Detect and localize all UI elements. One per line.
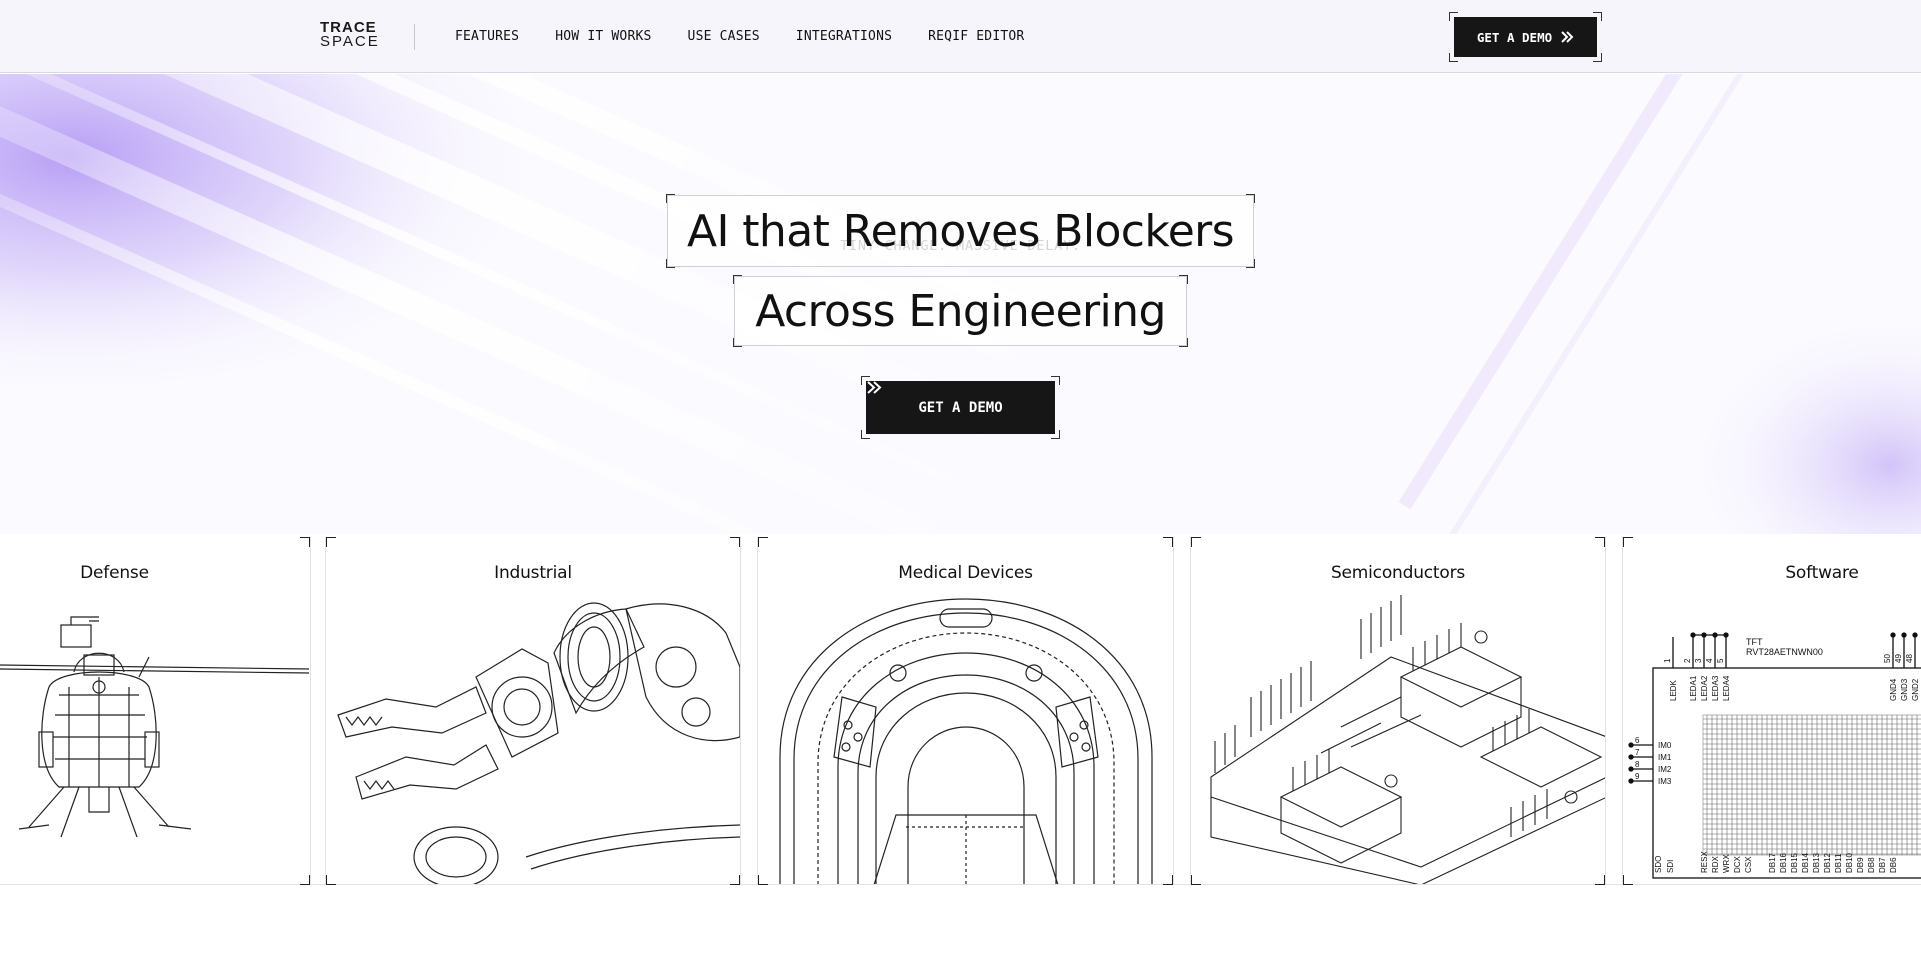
bottom-pin-label: DB6 (1889, 857, 1898, 873)
top-navigation: TRACE SPACE FEATURES HOW IT WORKS USE CA… (0, 0, 1921, 73)
side-pin-label: IM1 (1658, 753, 1672, 762)
right-pin-node (1901, 632, 1907, 638)
bottom-pin-label: DB12 (1823, 852, 1832, 873)
right-pin-number: 49 (1894, 654, 1903, 663)
bottom-pin-label: RDX (1711, 855, 1720, 873)
mri-scanner-illustration (779, 598, 1153, 885)
double-chevron-right-icon (1561, 31, 1574, 43)
led-label: LEDA1 (1689, 675, 1698, 701)
bottom-pin-label: SDI (1666, 860, 1675, 873)
bottom-pin-label: RESX (1700, 851, 1709, 873)
logo-divider (414, 24, 415, 50)
nav-link-reqif-editor[interactable]: REQIF EDITOR (928, 29, 1024, 44)
bottom-pin-label: DB13 (1812, 852, 1821, 873)
bottom-pin-label: DB9 (1856, 857, 1865, 873)
bottom-pin-label: DCX (1733, 855, 1742, 873)
bottom-pin-label: DB7 (1878, 857, 1887, 873)
hero-demo-frame: GET A DEMO (861, 376, 1060, 439)
led-label: LEDK (1669, 679, 1678, 701)
bottom-pin-label: DB15 (1790, 852, 1799, 873)
nav-get-demo-label: GET A DEMO (1476, 29, 1553, 45)
right-pin-label: GND4 (1889, 678, 1898, 701)
right-pin-label: GND2 (1911, 678, 1920, 701)
bottom-pin-label: CSX (1744, 856, 1753, 873)
use-case-card-semiconductors[interactable]: Semiconductors (1190, 537, 1606, 885)
hero-section: TINY CHANGE. MASSIVE DELAY. AI that Remo… (0, 74, 1921, 534)
side-pin-number: 9 (1635, 772, 1640, 781)
brand-logo[interactable]: TRACE SPACE (320, 20, 380, 50)
use-case-card-defense[interactable]: Defense (0, 537, 311, 885)
led-label: LEDA3 (1711, 675, 1720, 701)
top-pin-number: 1 (1663, 658, 1672, 663)
nav-link-use-cases[interactable]: USE CASES (688, 29, 760, 44)
bottom-pin-label: DB17 (1768, 852, 1777, 873)
side-pin-number: 7 (1635, 748, 1640, 757)
side-pin-label: IM2 (1658, 765, 1672, 774)
side-pin-number: 8 (1635, 760, 1640, 769)
headline-frame-2: Across Engineering (733, 275, 1188, 347)
bottom-pin-label: DB16 (1779, 852, 1788, 873)
top-pin-number: 3 (1694, 658, 1703, 663)
bottom-pin-label: DB14 (1801, 852, 1810, 873)
headline-frame-1: AI that Removes Blockers (666, 194, 1255, 268)
nav-link-integrations[interactable]: INTEGRATIONS (796, 29, 892, 44)
top-pin-number: 2 (1683, 658, 1692, 663)
nav-link-how-it-works[interactable]: HOW IT WORKS (555, 29, 651, 44)
side-pin-label: IM3 (1658, 777, 1672, 786)
top-pin-number: 5 (1716, 658, 1725, 663)
bottom-pin-label: SDO (1654, 856, 1663, 873)
use-case-card-software[interactable]: Software 1 LEDK 2 LEDA1 3 LEDA2 4 LEDA3 5 LEDA4 50… (1622, 537, 1921, 885)
robot-arm-illustration (337, 602, 740, 885)
nav-link-features[interactable]: FEATURES (455, 29, 519, 44)
hero-headline-line-1: AI that Removes Blockers (667, 195, 1254, 267)
nav-get-demo-button[interactable]: GET A DEMO (1454, 17, 1597, 57)
hero-get-demo-button[interactable]: GET A DEMO (866, 381, 1055, 434)
led-label: LEDA2 (1700, 675, 1709, 701)
led-label: LEDA4 (1722, 675, 1731, 701)
use-case-card-medical-devices[interactable]: Medical Devices (757, 537, 1174, 885)
bottom-pin-label: DB8 (1867, 857, 1876, 873)
right-pin-number: 48 (1905, 654, 1914, 663)
nav-demo-frame: GET A DEMO (1449, 12, 1602, 62)
side-pin-number: 6 (1635, 736, 1640, 745)
right-pin-node (1912, 632, 1918, 638)
double-chevron-right-icon (867, 381, 882, 394)
side-pin-label: IM0 (1658, 741, 1672, 750)
bottom-pin-label: WRX (1722, 854, 1731, 873)
logo-line-space: SPACE (320, 33, 380, 50)
tft-pinout-schematic: 1 LEDK 2 LEDA1 3 LEDA2 4 LEDA3 5 LEDA4 50 GND4 49 GND… (1628, 632, 1921, 879)
helicopter-illustration (0, 616, 310, 838)
top-pin-number: 4 (1705, 658, 1714, 663)
nav-links: FEATURES HOW IT WORKS USE CASES INTEGRAT… (455, 29, 1024, 44)
bottom-pin-label: DB11 (1834, 853, 1843, 873)
chip-label: TFT (1746, 637, 1763, 647)
chip-part-number: RVT28AETNWN00 (1746, 647, 1823, 657)
circuit-board-illustration (1210, 595, 1605, 885)
right-pin-number: 50 (1883, 654, 1892, 663)
hero-headline-line-2: Across Engineering (734, 276, 1187, 346)
right-pin-label: GND3 (1900, 678, 1909, 701)
use-case-card-industrial[interactable]: Industrial (325, 537, 741, 885)
right-pin-node (1890, 632, 1896, 638)
bottom-pin-label: DB10 (1845, 852, 1854, 873)
hero-get-demo-label: GET A DEMO (918, 399, 1003, 416)
